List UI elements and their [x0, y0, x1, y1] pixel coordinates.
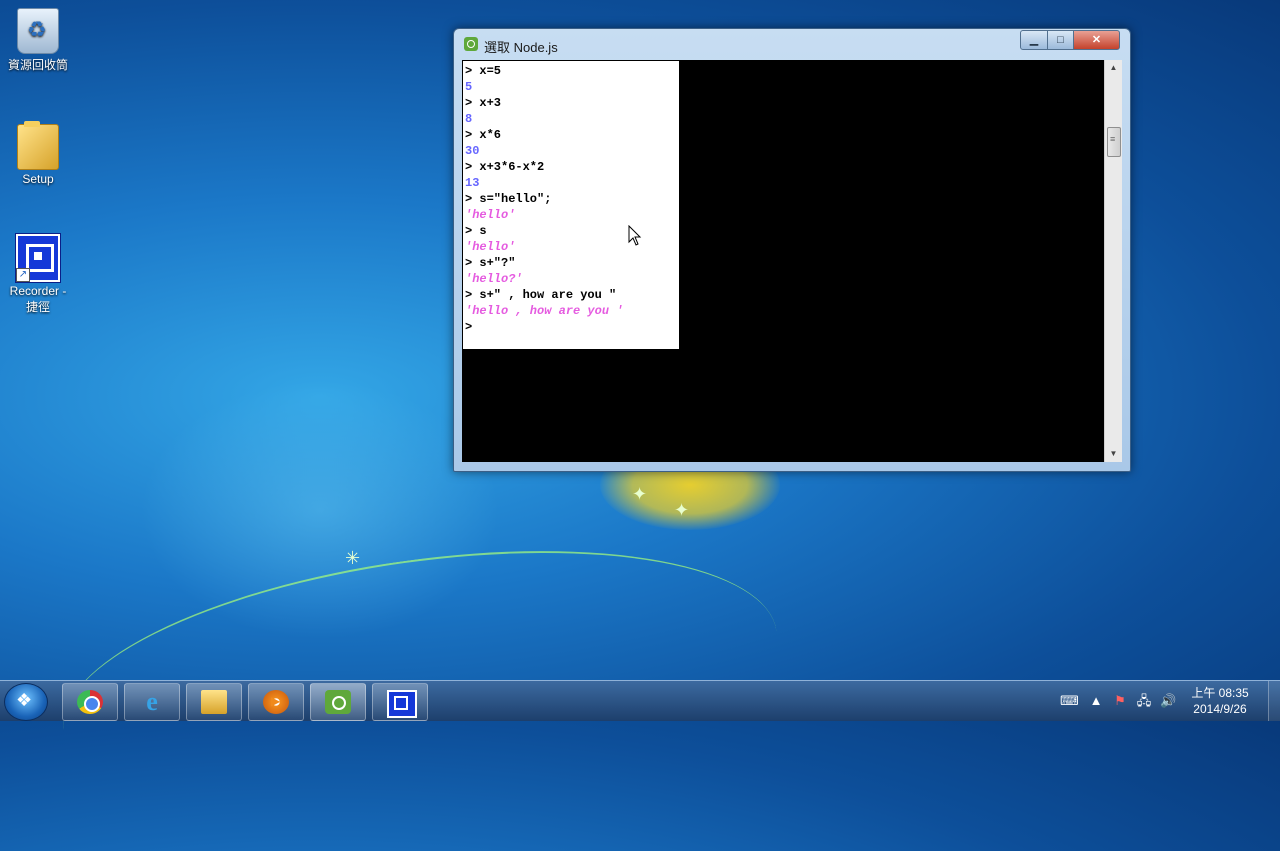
taskbar-internet-explorer[interactable]: e — [124, 683, 180, 721]
console-line: 'hello' — [465, 240, 516, 254]
console-line: > s — [465, 224, 487, 238]
console-line: > x+3 — [465, 96, 502, 110]
console-line: 'hello' — [465, 208, 516, 222]
vertical-scrollbar[interactable]: ▲ ▼ — [1104, 60, 1122, 462]
desktop-icon-recycle-bin[interactable]: 資源回收筒 — [0, 8, 76, 73]
desktop-icon-recorder[interactable]: ↗ Recorder - 捷徑 — [0, 233, 76, 315]
console-line: 8 — [465, 112, 473, 126]
shortcut-arrow-icon: ↗ — [16, 268, 30, 282]
start-button[interactable] — [4, 683, 48, 721]
recorder-icon — [387, 690, 417, 718]
console-line: > s+" , how are you " — [465, 288, 617, 302]
close-button[interactable]: ✕ — [1073, 30, 1120, 50]
console-line: 'hello?' — [465, 272, 523, 286]
console-line: > — [465, 320, 473, 334]
console-line: 'hello , how are you ' — [465, 304, 624, 318]
desktop-icon-label-line2: 捷徑 — [25, 300, 50, 314]
desktop-icon-label: 資源回收筒 — [7, 58, 68, 72]
nodejs-console-window[interactable]: 選取 Node.js ▁ □ ✕ > x=5 5 > x+3 8 > x*6 30 > x+… — [453, 28, 1131, 472]
internet-explorer-icon: e — [146, 687, 158, 716]
sparkle-icon: ✳ — [345, 548, 361, 568]
recorder-icon: ↗ — [15, 233, 61, 283]
taskbar: e ⌨ ▲ ⚑ 🖧 🔊 上午 08:35 2014/9/26 — [0, 680, 1280, 721]
desktop-icon-setup[interactable]: Setup — [0, 121, 76, 186]
desktop-icon-label: Setup — [22, 172, 54, 186]
show-desktop-button[interactable] — [1268, 681, 1280, 721]
console-line: 13 — [465, 176, 480, 190]
scroll-up-arrow-icon[interactable]: ▲ — [1105, 60, 1122, 76]
folder-icon — [17, 121, 59, 170]
desktop-icon-label: Recorder - — [9, 284, 67, 298]
network-icon[interactable]: 🖧 — [1136, 693, 1152, 709]
scroll-thumb[interactable] — [1107, 127, 1121, 157]
chrome-icon — [77, 690, 103, 714]
window-titlebar[interactable]: 選取 Node.js ▁ □ ✕ — [454, 29, 1130, 59]
console-output: > x=5 5 > x+3 8 > x*6 30 > x+3*6-x*2 13 > s="hel… — [465, 63, 623, 335]
clock-time: 上午 08:35 — [1191, 686, 1249, 700]
taskbar-recorder[interactable] — [372, 683, 428, 721]
taskbar-media-player[interactable] — [248, 683, 304, 721]
clock-date: 2014/9/26 — [1193, 702, 1247, 716]
console-selection: > x=5 5 > x+3 8 > x*6 30 > x+3*6-x*2 13 > s="hel… — [463, 61, 679, 349]
recycle-bin-icon — [17, 8, 59, 54]
nodejs-icon — [464, 37, 478, 51]
taskbar-nodejs[interactable] — [310, 683, 366, 721]
console-line: 5 — [465, 80, 473, 94]
console-line: > s+"?" — [465, 256, 516, 270]
minimize-button[interactable]: ▁ — [1020, 30, 1048, 50]
media-player-icon — [263, 690, 289, 714]
sparkle-icon: ✦ — [632, 484, 648, 504]
system-clock[interactable]: 上午 08:35 2014/9/26 — [1188, 685, 1252, 717]
scroll-down-arrow-icon[interactable]: ▼ — [1105, 446, 1122, 462]
tray-expand-icon[interactable]: ▲ — [1088, 693, 1104, 709]
folder-icon — [201, 690, 227, 714]
sparkle-icon: ✦ — [674, 500, 690, 520]
console-line: > x*6 — [465, 128, 502, 142]
keyboard-icon[interactable]: ⌨ — [1060, 693, 1079, 709]
volume-icon[interactable]: 🔊 — [1160, 693, 1176, 709]
taskbar-explorer[interactable] — [186, 683, 242, 721]
console-line: > x+3*6-x*2 — [465, 160, 545, 174]
taskbar-chrome[interactable] — [62, 683, 118, 721]
window-title: 選取 Node.js — [484, 40, 558, 55]
console-area[interactable]: > x=5 5 > x+3 8 > x*6 30 > x+3*6-x*2 13 > s="hel… — [462, 60, 1104, 462]
console-line: > x=5 — [465, 64, 502, 78]
action-center-flag-icon[interactable]: ⚑ — [1112, 693, 1128, 709]
console-line: 30 — [465, 144, 480, 158]
console-line: > s="hello"; — [465, 192, 552, 206]
maximize-button[interactable]: □ — [1047, 30, 1074, 50]
nodejs-icon — [325, 690, 351, 714]
